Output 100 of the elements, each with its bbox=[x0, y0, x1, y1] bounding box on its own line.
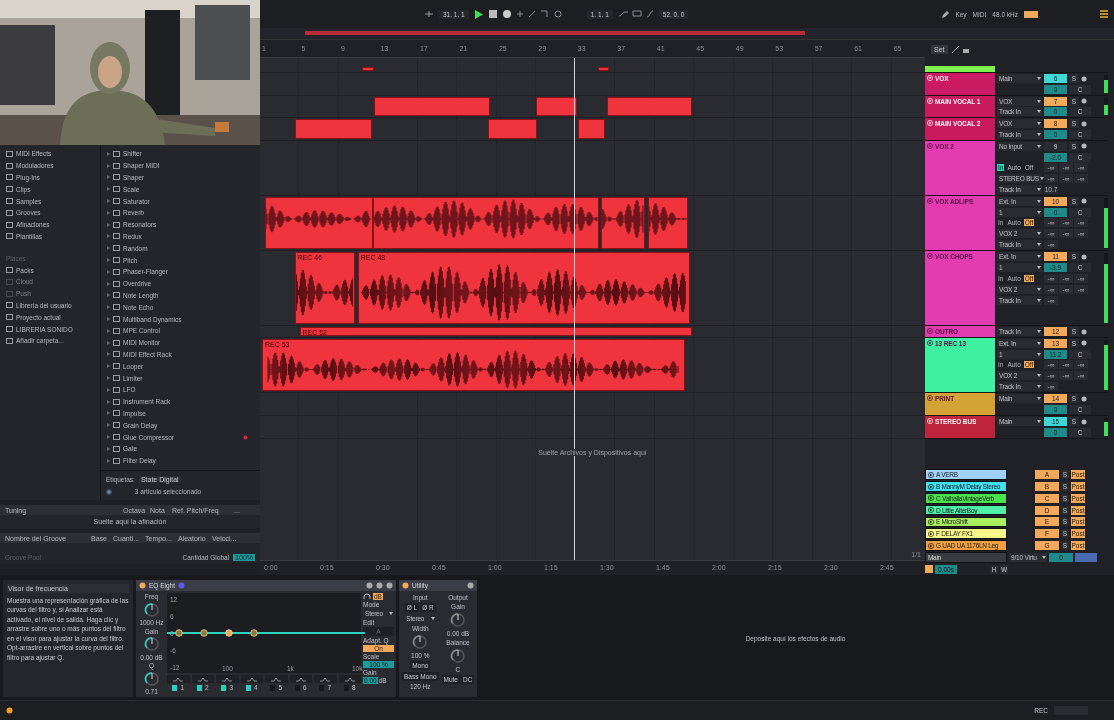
pan-field[interactable] bbox=[1075, 552, 1097, 562]
device-button-icon[interactable] bbox=[467, 582, 474, 589]
audio-clip[interactable] bbox=[361, 67, 374, 71]
knob[interactable] bbox=[449, 648, 466, 664]
expand-arrow-icon[interactable] bbox=[107, 317, 110, 322]
power-icon[interactable] bbox=[402, 582, 409, 589]
audio-clip[interactable] bbox=[264, 197, 373, 249]
expand-arrow-icon[interactable] bbox=[107, 340, 110, 345]
track-icon[interactable] bbox=[928, 483, 934, 490]
expand-arrow-icon[interactable] bbox=[107, 151, 110, 156]
power-icon[interactable] bbox=[139, 582, 146, 589]
track-icon[interactable] bbox=[928, 530, 934, 537]
audio-clip[interactable] bbox=[372, 197, 599, 249]
filter-type-dropdown[interactable] bbox=[167, 675, 190, 683]
track-icon[interactable] bbox=[927, 198, 933, 204]
filter-point[interactable] bbox=[250, 629, 258, 637]
loop-icons-drawing[interactable] bbox=[618, 10, 653, 18]
expand-arrow-icon[interactable] bbox=[107, 399, 110, 404]
record-arm-icon[interactable] bbox=[1081, 98, 1087, 105]
track-header[interactable] bbox=[925, 66, 995, 72]
knob[interactable] bbox=[412, 634, 429, 650]
filter-type-dropdown[interactable] bbox=[265, 675, 288, 683]
headphones-icon[interactable] bbox=[363, 593, 371, 600]
expand-arrow-icon[interactable] bbox=[107, 293, 110, 298]
knob[interactable] bbox=[449, 612, 466, 628]
expand-arrow-icon[interactable] bbox=[107, 387, 110, 392]
expand-arrow-icon[interactable] bbox=[107, 246, 110, 251]
caret-icon bbox=[431, 617, 436, 620]
record-arm-icon[interactable] bbox=[1081, 75, 1087, 82]
expand-arrow-icon[interactable] bbox=[107, 435, 110, 439]
fold-icon[interactable] bbox=[927, 75, 933, 81]
record-arm-icon[interactable] bbox=[1081, 253, 1087, 260]
track-icon[interactable] bbox=[928, 518, 934, 525]
audio-clip[interactable] bbox=[373, 97, 490, 116]
audio-clip[interactable] bbox=[488, 119, 538, 139]
filter-type-dropdown[interactable] bbox=[338, 675, 361, 683]
knob[interactable] bbox=[143, 601, 160, 618]
record-arm-icon[interactable] bbox=[1081, 198, 1087, 205]
play-icon[interactable] bbox=[474, 9, 483, 19]
record-arm-icon[interactable] bbox=[1081, 143, 1087, 150]
track-icon[interactable] bbox=[927, 340, 933, 346]
track-icon[interactable] bbox=[927, 395, 933, 401]
expand-arrow-icon[interactable] bbox=[107, 328, 110, 333]
track-icon[interactable] bbox=[927, 143, 933, 149]
filter-type-dropdown[interactable] bbox=[289, 675, 312, 683]
audio-clip[interactable] bbox=[577, 119, 606, 139]
stop-icon[interactable] bbox=[488, 10, 497, 18]
expand-arrow-icon[interactable] bbox=[107, 364, 110, 369]
knob[interactable] bbox=[143, 670, 160, 687]
filter-point[interactable] bbox=[225, 629, 233, 637]
expand-arrow-icon[interactable] bbox=[107, 446, 110, 451]
track-icon[interactable] bbox=[927, 253, 933, 259]
expand-arrow-icon[interactable] bbox=[107, 163, 110, 168]
track-icon[interactable] bbox=[928, 542, 934, 549]
record-arm-icon[interactable] bbox=[1081, 120, 1087, 127]
expand-arrow-icon[interactable] bbox=[107, 234, 110, 239]
pencil-icon[interactable] bbox=[942, 10, 950, 18]
track-icon[interactable] bbox=[928, 471, 934, 478]
caret-icon bbox=[1037, 188, 1041, 192]
expand-arrow-icon[interactable] bbox=[107, 411, 110, 416]
track-icon[interactable] bbox=[928, 495, 934, 502]
record-arm-icon[interactable] bbox=[1081, 418, 1087, 425]
filter-point[interactable] bbox=[200, 629, 208, 637]
filter-point[interactable] bbox=[175, 629, 183, 637]
caret-icon bbox=[1037, 330, 1041, 333]
expand-arrow-icon[interactable] bbox=[107, 269, 110, 274]
toolbar-icons-drawing[interactable] bbox=[516, 10, 565, 18]
expand-arrow-icon[interactable] bbox=[107, 376, 110, 381]
track-icon[interactable] bbox=[927, 328, 933, 334]
audio-clip[interactable] bbox=[600, 197, 645, 249]
expand-arrow-icon[interactable] bbox=[107, 187, 110, 192]
expand-arrow-icon[interactable] bbox=[107, 458, 110, 463]
expand-arrow-icon[interactable] bbox=[107, 258, 110, 263]
audio-clip[interactable] bbox=[536, 97, 577, 116]
filter-type-dropdown[interactable] bbox=[240, 675, 263, 683]
caret-icon bbox=[1037, 144, 1041, 148]
expand-arrow-icon[interactable] bbox=[107, 175, 110, 180]
overview-bar[interactable] bbox=[260, 28, 1114, 40]
expand-arrow-icon[interactable] bbox=[107, 281, 110, 286]
filter-type-dropdown[interactable] bbox=[216, 675, 239, 683]
expand-arrow-icon[interactable] bbox=[107, 305, 110, 310]
add-icon[interactable] bbox=[106, 488, 112, 495]
audio-clip[interactable] bbox=[294, 119, 372, 139]
knob[interactable] bbox=[143, 636, 160, 652]
record-icon[interactable] bbox=[502, 10, 511, 18]
filter-type-dropdown[interactable] bbox=[314, 675, 337, 683]
record-arm-icon[interactable] bbox=[1081, 395, 1087, 402]
expand-arrow-icon[interactable] bbox=[107, 210, 110, 215]
follow-icon[interactable] bbox=[425, 11, 433, 17]
expand-arrow-icon[interactable] bbox=[107, 222, 110, 227]
audio-clip[interactable] bbox=[607, 97, 693, 116]
expand-arrow-icon[interactable] bbox=[107, 352, 110, 357]
filter-type-dropdown[interactable] bbox=[191, 675, 214, 683]
menu-icon[interactable] bbox=[1100, 10, 1108, 18]
track-icon[interactable] bbox=[928, 507, 934, 514]
expand-arrow-icon[interactable] bbox=[107, 423, 110, 428]
audio-clip[interactable] bbox=[647, 197, 689, 249]
expand-icon[interactable] bbox=[951, 45, 959, 53]
expand-arrow-icon[interactable] bbox=[107, 199, 110, 204]
audio-clip[interactable] bbox=[597, 67, 610, 71]
